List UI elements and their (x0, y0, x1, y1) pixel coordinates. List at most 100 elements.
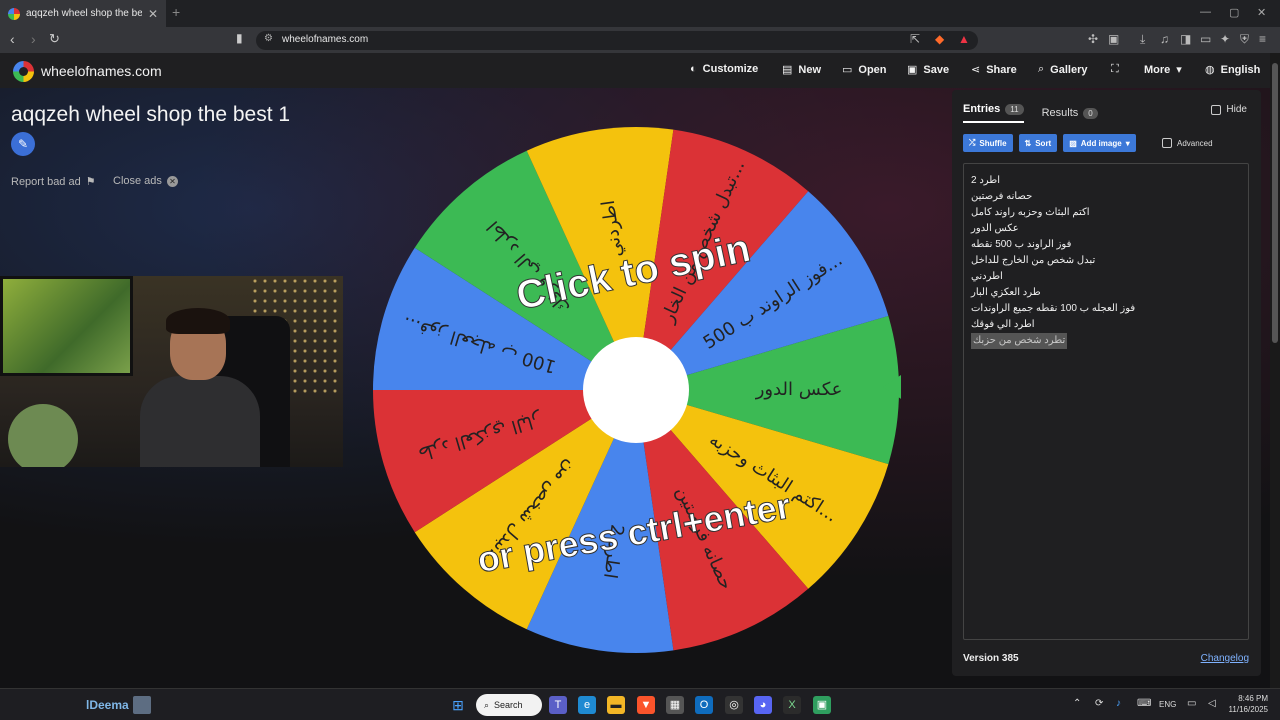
entry-actions: ⤮ Shuffle ⇅ Sort ▨ Add image ▾ (963, 134, 1136, 152)
browser-toolbar: ‹ › ↻ ▮ ⚙ wheelofnames.com ⇱ ◆ ▲ ✣ ▣ ⤓ ♫… (0, 27, 1280, 53)
edge-icon[interactable]: e (578, 696, 596, 714)
url-text: wheelofnames.com (282, 34, 369, 45)
share-button[interactable]: ⋖ Share (971, 63, 1017, 77)
excel-icon[interactable]: X (783, 696, 801, 714)
entries-textarea[interactable]: اطرد 2 حصانه فرصتين اكتم البثاث وحزبه را… (963, 163, 1249, 640)
add-image-button[interactable]: ▨ Add image ▾ (1063, 134, 1136, 152)
leo-ai-icon[interactable]: ✦ (1220, 32, 1230, 46)
new-tab-button[interactable]: + (172, 4, 180, 20)
close-window-button[interactable]: ✕ (1257, 6, 1266, 19)
site-logo-icon[interactable] (13, 61, 34, 82)
shuffle-button[interactable]: ⤮ Shuffle (963, 134, 1013, 152)
back-icon[interactable]: ‹ (10, 31, 15, 47)
streamer-torso (140, 376, 260, 467)
input-language[interactable]: ENG (1159, 700, 1176, 709)
media-icon[interactable]: ♫ (1160, 32, 1169, 46)
start-icon[interactable]: ⊞ (449, 696, 467, 714)
site-settings-icon[interactable]: ⚙ (264, 33, 273, 44)
more-label: More (1144, 63, 1171, 76)
edit-title-button[interactable]: ✎ (11, 132, 35, 156)
tab-search-icon[interactable]: ▣ (1108, 32, 1119, 46)
user-avatar (133, 696, 151, 714)
new-button[interactable]: ▤ New (782, 63, 821, 77)
folder-icon: ▭ (842, 64, 853, 76)
app-icon[interactable]: ▣ (813, 696, 831, 714)
address-bar[interactable]: ⚙ wheelofnames.com (256, 31, 978, 50)
wheel-center[interactable] (583, 337, 689, 443)
outlook-icon[interactable]: O (695, 696, 713, 714)
volume-icon[interactable]: ◁ (1208, 698, 1216, 709)
shuffle-icon: ⤮ (969, 138, 976, 147)
vpn-icon[interactable]: ⛨ (1240, 32, 1249, 47)
fullscreen-icon: ⛶ (1111, 63, 1119, 75)
report-ad-label: Report bad ad (11, 175, 81, 188)
rewards-icon[interactable]: ▲ (958, 32, 970, 46)
browser-tab[interactable]: aqqzeh wheel shop the best 1 ✕ (0, 0, 166, 27)
open-button[interactable]: ▭ Open (842, 63, 887, 77)
tab-results[interactable]: Results 0 (1042, 103, 1098, 123)
customize-button[interactable]: ◐ Customize (690, 63, 758, 75)
minimize-button[interactable]: — (1200, 6, 1211, 18)
advanced-checkbox[interactable] (1162, 138, 1172, 148)
plush-toy (8, 404, 78, 467)
gallery-button[interactable]: ⌕ Gallery (1038, 63, 1087, 76)
hide-checkbox[interactable] (1211, 104, 1222, 115)
sort-button[interactable]: ⇅ Sort (1018, 134, 1058, 152)
store-icon[interactable]: ▦ (666, 696, 684, 714)
hide-label: Hide (1226, 104, 1247, 115)
tab-entries[interactable]: Entries 11 (963, 103, 1024, 123)
sync-icon[interactable]: ⟳ (1095, 698, 1103, 709)
close-circle-icon: ✕ (166, 175, 178, 187)
extensions-icon[interactable]: ✣ (1088, 32, 1098, 46)
close-tab-icon[interactable]: ✕ (148, 7, 158, 21)
discord-icon[interactable]: ◕ (754, 696, 772, 714)
sidebar-toggle-icon[interactable]: ◨ (1180, 32, 1191, 46)
entry-line: حصانه فرصتين (971, 191, 1033, 202)
save-button[interactable]: ▣ Save (907, 63, 949, 77)
tray-chevron-icon[interactable]: ⌃ (1073, 698, 1081, 709)
brave-shield-icon[interactable]: ◆ (935, 32, 944, 46)
globe-icon: ◍ (1205, 64, 1215, 76)
sort-label: Sort (1035, 138, 1052, 148)
share-page-icon[interactable]: ⇱ (910, 32, 920, 46)
download-icon[interactable]: ⤓ (1140, 32, 1145, 47)
keyboard-icon[interactable]: ⌨ (1137, 698, 1151, 709)
forward-icon[interactable]: › (31, 31, 36, 47)
entry-line: اكتم البثاث وحزبه راوند كامل (971, 207, 1090, 218)
bookmark-icon[interactable]: ▮ (236, 31, 243, 45)
maximize-button[interactable]: ▢ (1229, 6, 1239, 19)
spin-wheel[interactable]: عكس الدوراكتم البثاث وحزبه...حصانه فرصتي… (371, 125, 901, 655)
language-label: English (1220, 63, 1261, 76)
more-button[interactable]: More ▾ (1144, 63, 1182, 77)
language-button[interactable]: ◍ English (1205, 63, 1261, 77)
scrollbar-thumb[interactable] (1272, 63, 1278, 343)
close-ads-link[interactable]: Close ads ✕ (113, 175, 178, 187)
streamer-hair (166, 308, 230, 334)
taskbar-clock[interactable]: 8:46 PM 11/16/2025 (1226, 693, 1268, 715)
advanced-toggle[interactable]: Advanced (1162, 138, 1213, 148)
search-icon: ⌕ (1038, 63, 1045, 75)
entry-line: عكس الدور (971, 223, 1019, 234)
reload-icon[interactable]: ↻ (49, 31, 60, 47)
site-name[interactable]: wheelofnames.com (41, 63, 162, 79)
gallery-label: Gallery (1050, 63, 1088, 76)
advanced-label: Advanced (1177, 138, 1213, 148)
taskbar-search[interactable]: ⌕ Search (476, 694, 542, 716)
entry-line: طرد العكزي البار (971, 287, 1041, 298)
teams-icon[interactable]: T (549, 696, 567, 714)
tab-entries-label: Entries (963, 103, 1001, 115)
page-scrollbar[interactable] (1270, 53, 1280, 688)
changelog-link[interactable]: Changelog (1201, 653, 1249, 664)
entry-line: فوز الراوند ب 500 نقطه (971, 239, 1072, 250)
menu-icon[interactable]: ≡ (1259, 32, 1266, 46)
report-ad-link[interactable]: Report bad ad ⚑ (11, 175, 96, 189)
hide-toggle[interactable]: Hide (1211, 104, 1247, 115)
fullscreen-button[interactable]: ⛶ (1111, 63, 1119, 76)
obs-icon[interactable]: ◎ (725, 696, 743, 714)
brave-icon[interactable]: ▼ (637, 696, 655, 714)
mic-icon[interactable]: ♪ (1116, 698, 1121, 709)
file-explorer-icon[interactable]: ▬ (607, 696, 625, 714)
network-icon[interactable]: ▭ (1187, 698, 1196, 709)
wallet-icon[interactable]: ▭ (1200, 32, 1211, 46)
close-ads-label: Close ads (113, 175, 162, 187)
